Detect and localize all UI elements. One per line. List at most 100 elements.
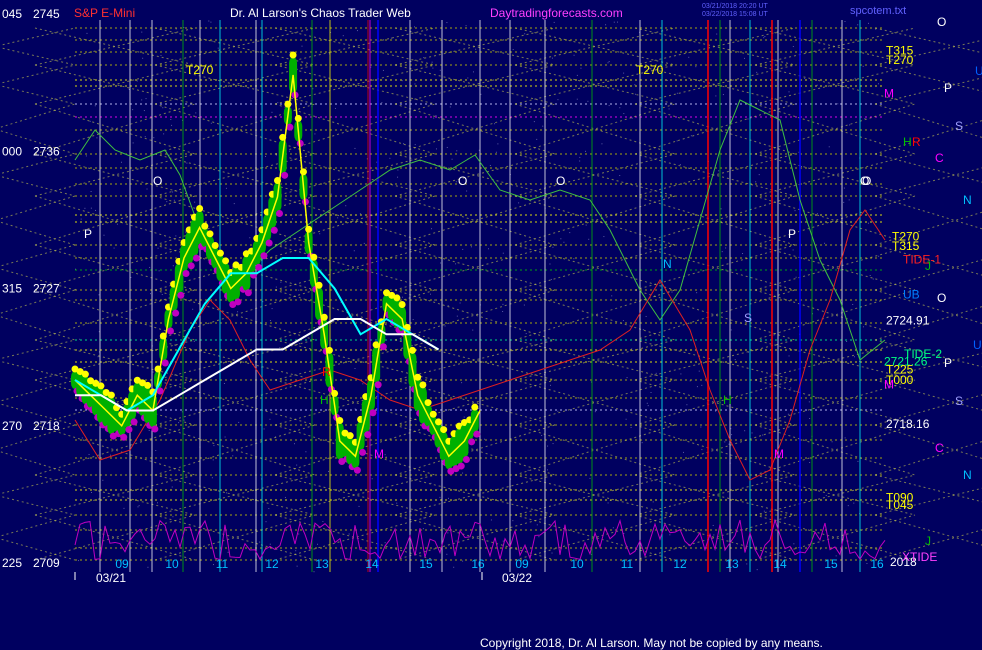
grid-dot bbox=[569, 232, 571, 234]
grid-dot bbox=[90, 191, 92, 193]
grid-dot bbox=[296, 464, 298, 466]
grid-dot bbox=[271, 308, 273, 310]
grid-dot bbox=[239, 362, 241, 364]
grid-dot bbox=[646, 402, 648, 404]
low-dot bbox=[161, 359, 169, 367]
grid-dot bbox=[497, 143, 499, 145]
grid-dot bbox=[816, 213, 818, 215]
grid-dot bbox=[269, 418, 271, 420]
grid-dot bbox=[853, 502, 855, 504]
grid-dot bbox=[461, 382, 463, 384]
low-dot bbox=[260, 252, 268, 260]
grid-dot bbox=[120, 161, 122, 163]
grid-dot bbox=[623, 72, 625, 74]
grid-dot bbox=[489, 164, 491, 166]
grid-dot bbox=[607, 502, 609, 504]
low-dot bbox=[364, 431, 372, 439]
grid-dot bbox=[557, 99, 559, 101]
grid-dot bbox=[96, 137, 98, 139]
grid-dot bbox=[846, 340, 848, 342]
grid-dot bbox=[423, 57, 425, 59]
grid-dot bbox=[295, 550, 297, 552]
grid-dot bbox=[298, 533, 300, 535]
grid-dot bbox=[354, 408, 356, 410]
grid-dot bbox=[487, 248, 489, 250]
grid-dot bbox=[792, 249, 794, 251]
low-dot bbox=[281, 171, 289, 179]
grid-dot bbox=[401, 296, 403, 298]
grid-dot bbox=[447, 497, 449, 499]
grid-dot bbox=[542, 125, 544, 127]
harmonic-line bbox=[874, 103, 982, 138]
grid-dot bbox=[213, 445, 215, 447]
grid-dot bbox=[175, 28, 177, 30]
grid-dot bbox=[429, 293, 431, 295]
grid-dot bbox=[160, 54, 162, 56]
grid-dot bbox=[579, 156, 581, 158]
grid-dot bbox=[844, 21, 846, 23]
low-dot bbox=[265, 239, 273, 247]
grid-dot bbox=[671, 291, 673, 293]
grid-dot bbox=[695, 66, 697, 68]
low-dot bbox=[120, 433, 128, 441]
grid-dot bbox=[579, 160, 581, 162]
planet-letter: S bbox=[955, 119, 963, 133]
grid-dot bbox=[722, 94, 724, 96]
grid-dot bbox=[843, 187, 845, 189]
grid-dot bbox=[153, 137, 155, 139]
grid-dot bbox=[166, 201, 168, 203]
grid-dot bbox=[163, 133, 165, 135]
grid-dot bbox=[353, 250, 355, 252]
grid-dot bbox=[81, 437, 83, 439]
chart-subtitle: Dr. Al Larson's Chaos Trader Web bbox=[230, 6, 411, 20]
grid-dot bbox=[580, 67, 582, 69]
level-label: M bbox=[884, 378, 894, 392]
grid-dot bbox=[650, 531, 652, 533]
low-dot bbox=[192, 254, 200, 262]
annotation: T270 bbox=[186, 63, 214, 77]
grid-dot bbox=[763, 510, 765, 512]
grid-dot bbox=[149, 266, 151, 268]
grid-dot bbox=[451, 158, 453, 160]
grid-dot bbox=[389, 157, 391, 159]
grid-dot bbox=[455, 263, 457, 265]
low-dot bbox=[187, 262, 195, 270]
grid-dot bbox=[345, 205, 347, 207]
y-tick-label: 2709 bbox=[33, 556, 60, 570]
grid-dot bbox=[804, 77, 806, 79]
grid-dot bbox=[397, 176, 399, 178]
grid-dot bbox=[480, 93, 482, 95]
grid-dot bbox=[148, 429, 150, 431]
grid-dot bbox=[384, 542, 386, 544]
grid-dot bbox=[747, 118, 749, 120]
grid-dot bbox=[549, 263, 551, 265]
grid-dot bbox=[462, 472, 464, 474]
grid-dot bbox=[79, 338, 81, 340]
grid-dot bbox=[877, 83, 879, 85]
harmonic-line bbox=[0, 85, 76, 105]
grid-dot bbox=[141, 31, 143, 33]
grid-dot bbox=[756, 71, 758, 73]
grid-dot bbox=[869, 275, 871, 277]
grid-dot bbox=[144, 136, 146, 138]
harmonic-line bbox=[0, 474, 76, 495]
grid-dot bbox=[589, 477, 591, 479]
high-dot bbox=[419, 381, 427, 389]
grid-dot bbox=[853, 356, 855, 358]
grid-dot bbox=[611, 295, 613, 297]
grid-dot bbox=[136, 80, 138, 82]
grid-dot bbox=[195, 112, 197, 114]
grid-dot bbox=[576, 74, 578, 76]
high-dot bbox=[196, 205, 204, 212]
grid-dot bbox=[456, 150, 458, 152]
grid-dot bbox=[130, 276, 132, 278]
grid-dot bbox=[762, 434, 764, 436]
low-dot bbox=[151, 425, 159, 433]
grid-dot bbox=[725, 247, 727, 249]
grid-dot bbox=[330, 193, 332, 195]
grid-dot bbox=[546, 469, 548, 471]
grid-dot bbox=[193, 340, 195, 342]
grid-dot bbox=[459, 302, 461, 304]
high-dot bbox=[393, 294, 401, 302]
grid-dot bbox=[631, 348, 633, 350]
